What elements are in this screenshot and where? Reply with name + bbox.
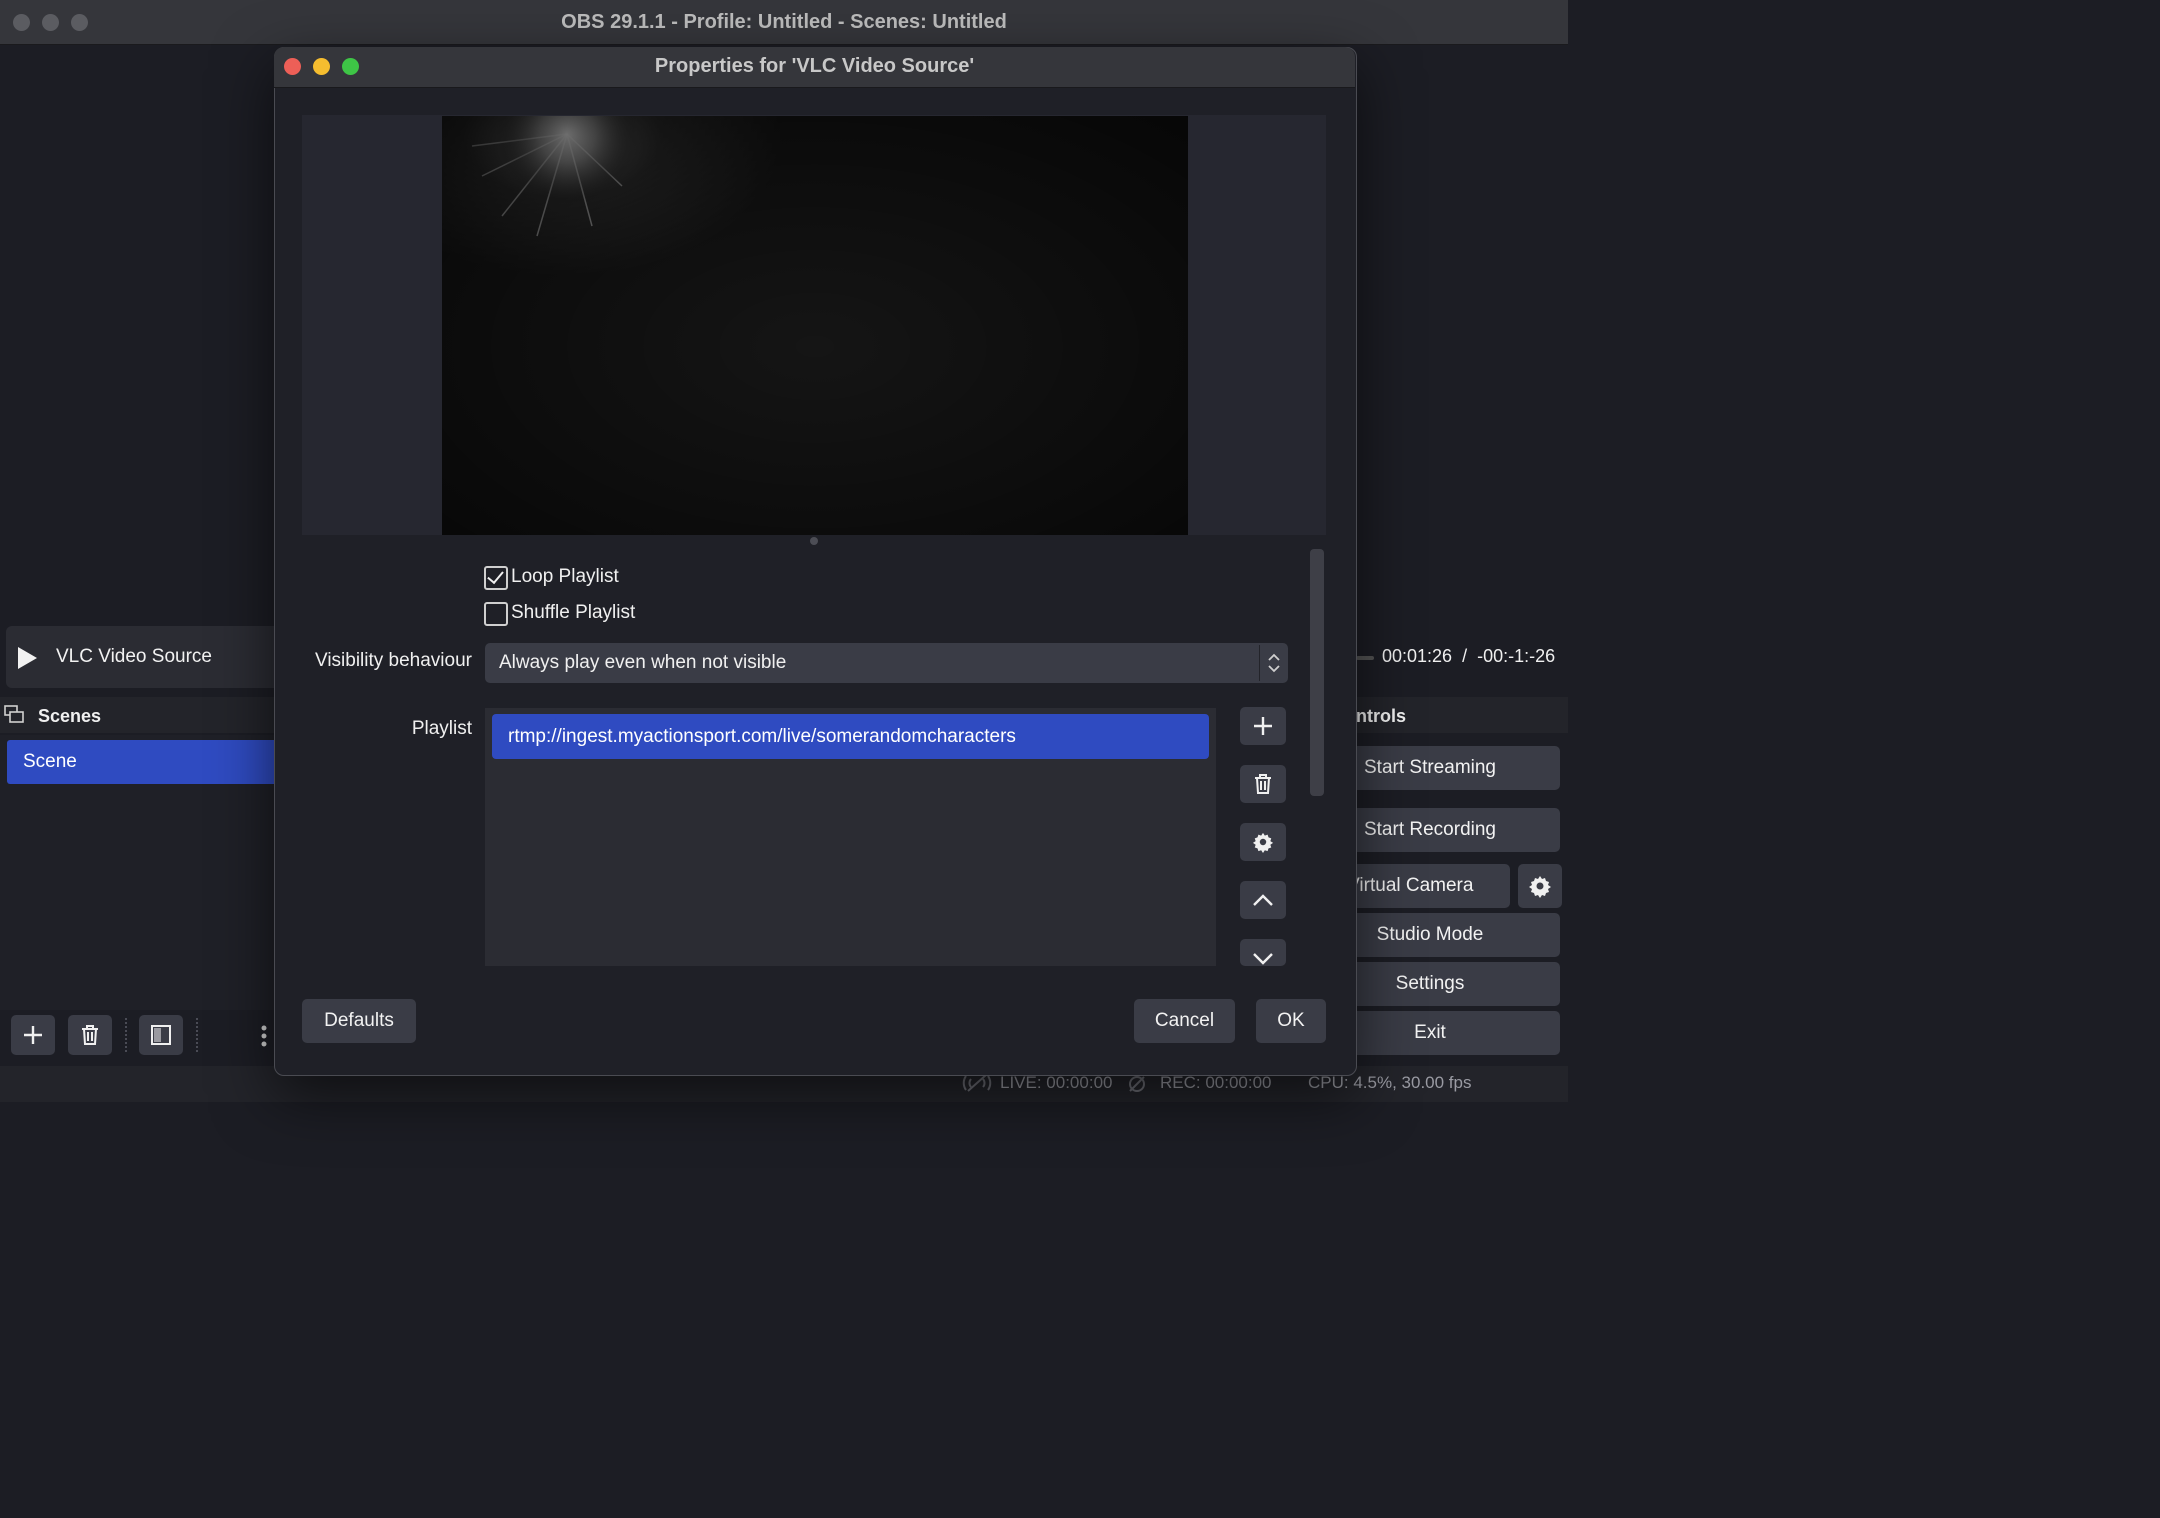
ok-button[interactable]: OK — [1256, 999, 1326, 1043]
rec-status-icon — [1129, 1076, 1145, 1092]
loop-playlist-checkbox[interactable] — [484, 566, 508, 590]
media-source-name: VLC Video Source — [56, 646, 212, 667]
light-flare-image — [442, 116, 1188, 535]
main-window-title: OBS 29.1.1 - Profile: Untitled - Scenes:… — [561, 11, 1007, 33]
chevron-up-icon — [1253, 894, 1273, 906]
updown-chevron-icon — [1268, 653, 1280, 673]
plus-icon — [1254, 717, 1272, 735]
gear-icon — [1252, 832, 1274, 853]
visibility-behaviour-value: Always play even when not visible — [499, 652, 787, 673]
plus-icon — [24, 1026, 42, 1044]
playlist-label: Playlist — [411, 718, 472, 739]
cpu-status: CPU: 4.5%, 30.00 fps — [1308, 1073, 1472, 1092]
more-options-icon[interactable] — [260, 1024, 268, 1048]
rec-status: REC: 00:00:00 — [1160, 1073, 1272, 1092]
live-status: LIVE: 00:00:00 — [1000, 1073, 1113, 1092]
move-item-down-button[interactable] — [1240, 939, 1286, 966]
play-icon[interactable] — [18, 647, 37, 669]
scene-filters-button[interactable] — [139, 1015, 183, 1055]
scenes-dock-title: Scenes — [38, 706, 102, 726]
trash-icon — [82, 1025, 98, 1045]
trash-icon — [1255, 774, 1271, 794]
loop-playlist-label: Loop Playlist — [511, 566, 619, 587]
dialog-title: Properties for 'VLC Video Source' — [654, 55, 975, 77]
remove-playlist-item-button[interactable] — [1240, 765, 1286, 803]
shuffle-playlist-label: Shuffle Playlist — [511, 602, 636, 623]
toolbar-separator — [196, 1018, 198, 1052]
scenes-icon — [4, 705, 24, 723]
gear-icon — [1529, 876, 1551, 898]
cancel-button[interactable]: Cancel — [1134, 999, 1235, 1043]
live-status-icon — [962, 1074, 992, 1092]
edit-playlist-item-button[interactable] — [1240, 823, 1286, 861]
defaults-button[interactable]: Defaults — [302, 999, 416, 1043]
media-timecode: 00:01:26 / -00:-1:-26 — [1382, 646, 1556, 666]
chevron-down-icon — [1253, 953, 1273, 965]
visibility-behaviour-label: Visibility behaviour — [314, 650, 472, 671]
scene-list-item-label: Scene — [23, 751, 77, 772]
filter-icon — [151, 1025, 171, 1045]
add-playlist-item-button[interactable] — [1240, 707, 1286, 745]
playlist-item-url: rtmp://ingest.myactionsport.com/live/som… — [508, 726, 1016, 747]
properties-scrollbar-thumb[interactable] — [1310, 549, 1324, 796]
virtual-camera-settings-button[interactable] — [1518, 864, 1562, 908]
remove-scene-button[interactable] — [68, 1015, 112, 1055]
move-item-up-button[interactable] — [1240, 881, 1286, 919]
controls-dock-title: ntrols — [1356, 706, 1407, 726]
scenes-toolbar — [0, 1010, 280, 1062]
select-divider — [1259, 645, 1260, 681]
source-preview-video — [442, 116, 1188, 535]
media-seek-slider[interactable] — [1356, 656, 1374, 660]
shuffle-playlist-checkbox[interactable] — [484, 602, 508, 626]
toolbar-separator — [125, 1018, 127, 1052]
splitter-handle[interactable] — [810, 537, 818, 545]
add-scene-button[interactable] — [11, 1015, 55, 1055]
